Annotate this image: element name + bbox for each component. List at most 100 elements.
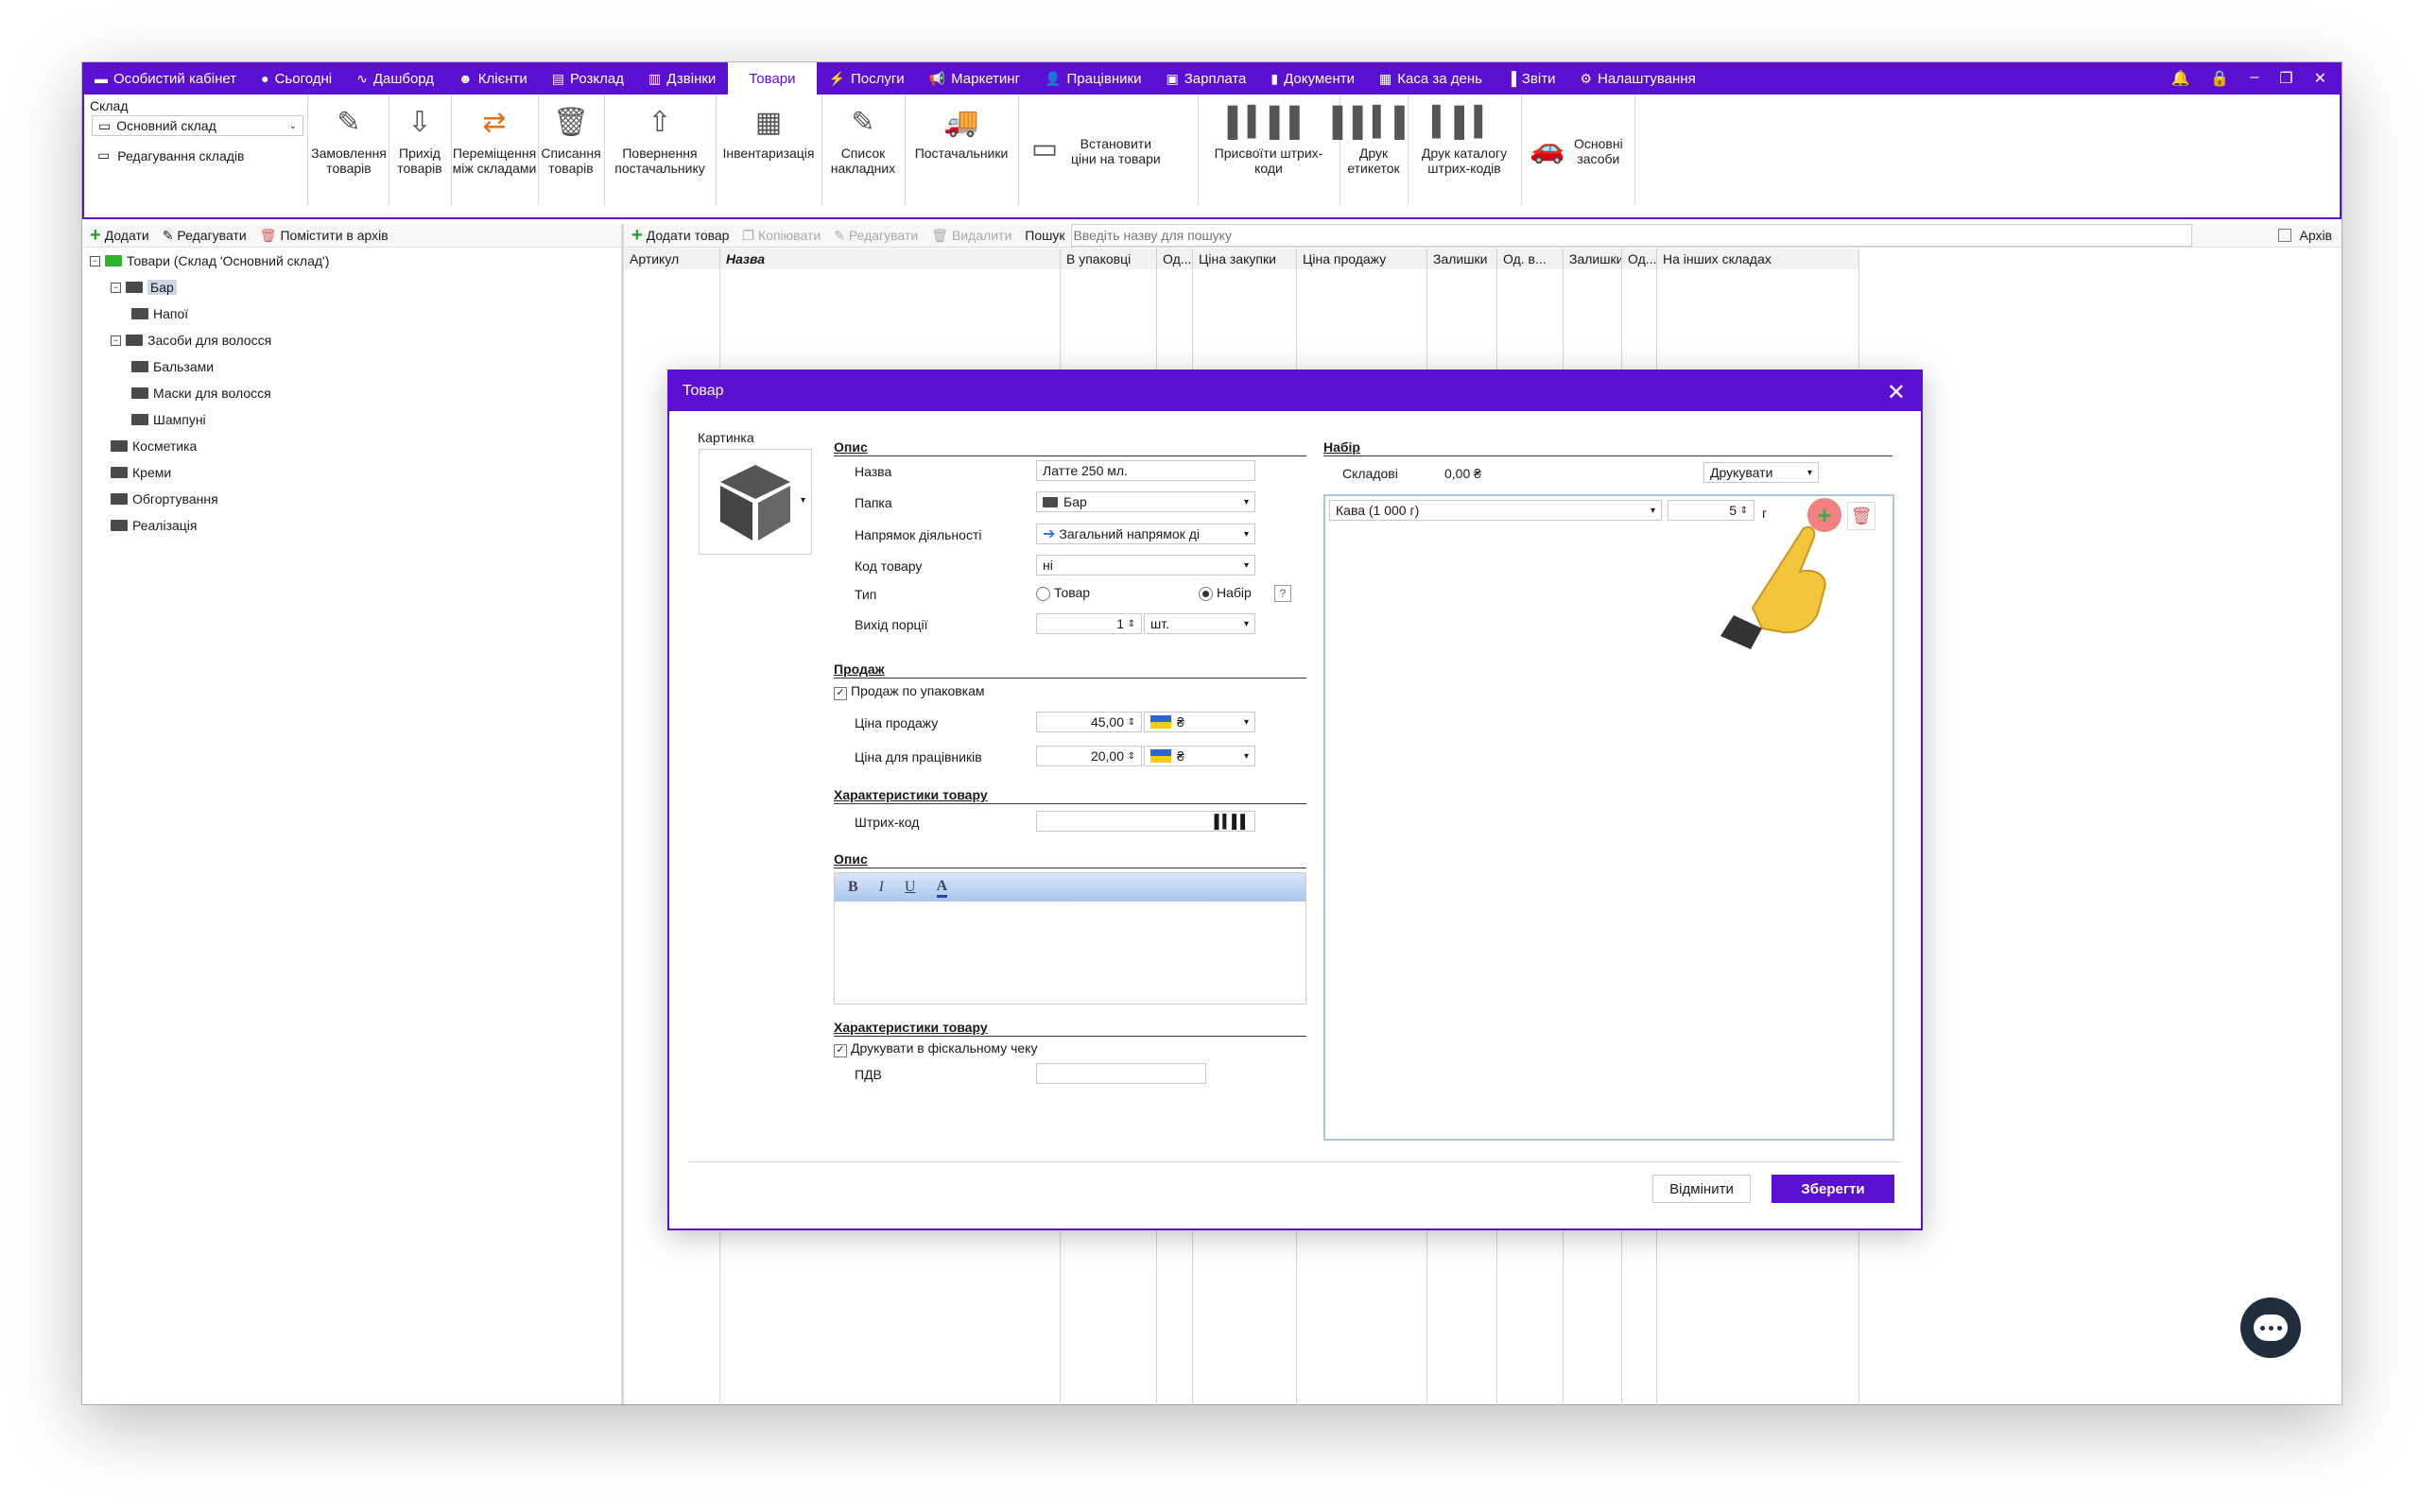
nav-item-2[interactable]: ∿ Дашборд — [344, 62, 446, 94]
delete-product-button[interactable]: 🗑 Видалити — [931, 228, 1011, 244]
ribbon-button-pencil[interactable]: ✎ Замовлення товарів — [309, 104, 389, 177]
search-input[interactable] — [1070, 224, 2192, 247]
save-button[interactable]: Зберегти — [1772, 1175, 1894, 1203]
currency-select[interactable]: ₴ ▾ — [1144, 712, 1255, 732]
tree-node[interactable]: Маски для волосся — [131, 386, 271, 401]
tree-node[interactable]: Реалізація — [111, 518, 198, 533]
nav-item-8[interactable]: 📢 Маркетинг — [917, 62, 1032, 94]
column-header[interactable]: Залишки — [1427, 249, 1497, 269]
ribbon-button-outbox[interactable]: ⇧ Повернення постачальнику — [604, 104, 716, 177]
restore-icon[interactable]: ❐ — [2279, 69, 2292, 88]
column-header[interactable]: Од... — [1157, 249, 1193, 269]
checkbox-checked[interactable]: ✓ — [834, 1044, 847, 1057]
bell-icon[interactable]: 🔔 — [2171, 69, 2190, 88]
ribbon-button-inbox[interactable]: ⇩ Прихід товарів — [389, 104, 451, 177]
nav-item-0[interactable]: ▬ Особистий кабінет — [82, 62, 249, 94]
column-header[interactable]: Од. в... — [1497, 249, 1564, 269]
nav-item-13[interactable]: ▐ Звіти — [1495, 62, 1568, 94]
vat-input[interactable] — [1036, 1063, 1206, 1084]
underline-button[interactable]: U — [905, 879, 916, 896]
ribbon-button-barcode-catalog[interactable]: ▍▌▍ Друк каталогу штрих-кодів — [1408, 104, 1521, 177]
radio-product[interactable] — [1036, 586, 1050, 601]
nav-item-12[interactable]: ▦ Каса за день — [1367, 62, 1495, 94]
add-category-button[interactable]: + Додати — [90, 226, 149, 245]
ribbon-button-calculator[interactable]: ▦ Інвентаризація — [716, 104, 821, 162]
tree-node[interactable]: Шампуні — [131, 412, 206, 427]
employee-price-input[interactable]: 20,00 ⇕ — [1036, 746, 1142, 766]
ribbon-button-barcode-print[interactable]: ▌▌▍▌ Друк етикеток — [1333, 104, 1415, 177]
type-option-product[interactable]: Товар — [1036, 585, 1090, 601]
type-option-set[interactable]: Набір — [1199, 585, 1252, 601]
add-product-button[interactable]: + Додати товар — [631, 226, 729, 245]
nav-item-5[interactable]: ▥ Дзвінки — [636, 62, 728, 94]
ribbon-button-money[interactable]: ▭ Встановити ціни на товари — [1026, 130, 1161, 172]
minimize-icon[interactable]: – — [2250, 69, 2258, 88]
lock-icon[interactable]: 🔒 — [2210, 69, 2229, 88]
nav-item-4[interactable]: ▤ Розклад — [540, 62, 636, 94]
ribbon-button-barcode[interactable]: ▌▍▌▌ Присвоїти штрих- коди — [1198, 104, 1340, 177]
tree-node[interactable]: − Бар — [111, 280, 177, 295]
tree-node[interactable]: Косметика — [111, 438, 197, 454]
column-header[interactable]: Артикул — [624, 249, 720, 269]
edit-warehouses-link[interactable]: ▭ Редагування складів — [97, 147, 244, 163]
ribbon-button-transfer-arrows[interactable]: ⇄ Переміщення між складами — [451, 104, 538, 177]
column-header[interactable]: Ціна продажу — [1297, 249, 1427, 269]
description-editor[interactable]: B I U A — [834, 872, 1306, 1005]
direction-select[interactable]: ➔ Загальний напрямок ді ▾ — [1036, 524, 1255, 544]
tree-node[interactable]: − Засоби для волосся — [111, 333, 271, 348]
barcode-input[interactable]: ▌▍▌▌ — [1036, 811, 1255, 832]
sell-by-pack-option[interactable]: ✓ Продаж по упаковкам — [834, 683, 985, 700]
help-icon[interactable]: ? — [1274, 585, 1291, 602]
price-input[interactable]: 45,00 ⇕ — [1036, 712, 1142, 732]
warehouse-select[interactable]: ▭ Основний склад ⌄ — [92, 115, 303, 136]
collapse-toggle-icon[interactable]: − — [111, 335, 121, 346]
stepper-icon[interactable]: ⇕ — [1740, 506, 1748, 516]
stepper-icon[interactable]: ⇕ — [1128, 619, 1135, 629]
nav-item-10[interactable]: ▣ Зарплата — [1153, 62, 1258, 94]
archive-checkbox[interactable] — [2278, 229, 2292, 242]
stepper-icon[interactable]: ⇕ — [1128, 717, 1135, 728]
copy-button[interactable]: ❐ Копіювати — [742, 228, 821, 244]
radio-set[interactable] — [1199, 586, 1213, 601]
nav-item-1[interactable]: ● Сьогодні — [249, 62, 344, 94]
column-header[interactable]: Од... — [1622, 249, 1657, 269]
stepper-icon[interactable]: ⇕ — [1128, 751, 1135, 762]
tree-node[interactable]: Напої — [131, 306, 188, 321]
code-select[interactable]: ні ▾ — [1036, 555, 1255, 576]
name-input[interactable]: Латте 250 мл. — [1036, 460, 1255, 481]
picture-box[interactable]: ▾ — [699, 449, 812, 555]
ingredient-select[interactable]: Кава (1 000 г) ▾ — [1329, 500, 1662, 521]
column-header[interactable]: В упаковці — [1061, 249, 1157, 269]
nav-item-7[interactable]: ⚡ Послуги — [817, 62, 917, 94]
close-icon[interactable]: ✕ — [1887, 379, 1906, 406]
fiscal-print-option[interactable]: ✓ Друкувати в фіскальному чеку — [834, 1040, 1037, 1057]
close-icon[interactable]: ✕ — [2314, 69, 2326, 88]
nav-item-11[interactable]: ▮ Документи — [1258, 62, 1367, 94]
portion-stepper[interactable]: 1 ⇕ — [1036, 613, 1142, 634]
print-select[interactable]: Друкувати ▾ — [1703, 462, 1819, 483]
edit-product-button[interactable]: ✎ Редагувати — [834, 228, 918, 244]
delete-ingredient-button[interactable]: 🗑 — [1847, 502, 1876, 530]
tree-node[interactable]: Креми — [111, 465, 171, 480]
nav-item-3[interactable]: ☻ Клієнти — [446, 62, 540, 94]
archive-toggle[interactable]: Архів — [2278, 228, 2332, 243]
ingredient-qty-stepper[interactable]: 5 ⇕ — [1668, 500, 1754, 521]
folder-select[interactable]: Бар ▾ — [1036, 491, 1255, 512]
text-color-button[interactable]: A — [936, 878, 948, 898]
tree-node[interactable]: − Товари (Склад 'Основний склад') — [90, 253, 329, 268]
edit-category-button[interactable]: ✎ Редагувати — [163, 228, 247, 244]
chat-button[interactable] — [2240, 1297, 2301, 1358]
column-header[interactable]: Залишки — [1564, 249, 1622, 269]
italic-button[interactable]: I — [879, 879, 884, 896]
cancel-button[interactable]: Відмінити — [1652, 1175, 1751, 1203]
barcode-icon[interactable]: ▌▍▌▌ — [1214, 814, 1250, 830]
ribbon-button-truck[interactable]: 🚚 Постачальники — [905, 104, 1018, 162]
ribbon-button-pencil[interactable]: ✎ Список накладних — [821, 104, 905, 177]
column-header[interactable]: Ціна закупки — [1193, 249, 1297, 269]
archive-category-button[interactable]: 🗑 Помістити в архів — [260, 228, 389, 244]
employee-currency-select[interactable]: ₴ ▾ — [1144, 746, 1255, 766]
collapse-toggle-icon[interactable]: − — [111, 282, 121, 293]
checkbox-checked[interactable]: ✓ — [834, 687, 847, 700]
column-header[interactable]: Назва — [720, 249, 1061, 269]
ribbon-button-car[interactable]: 🚗 Основні засоби — [1529, 130, 1622, 172]
